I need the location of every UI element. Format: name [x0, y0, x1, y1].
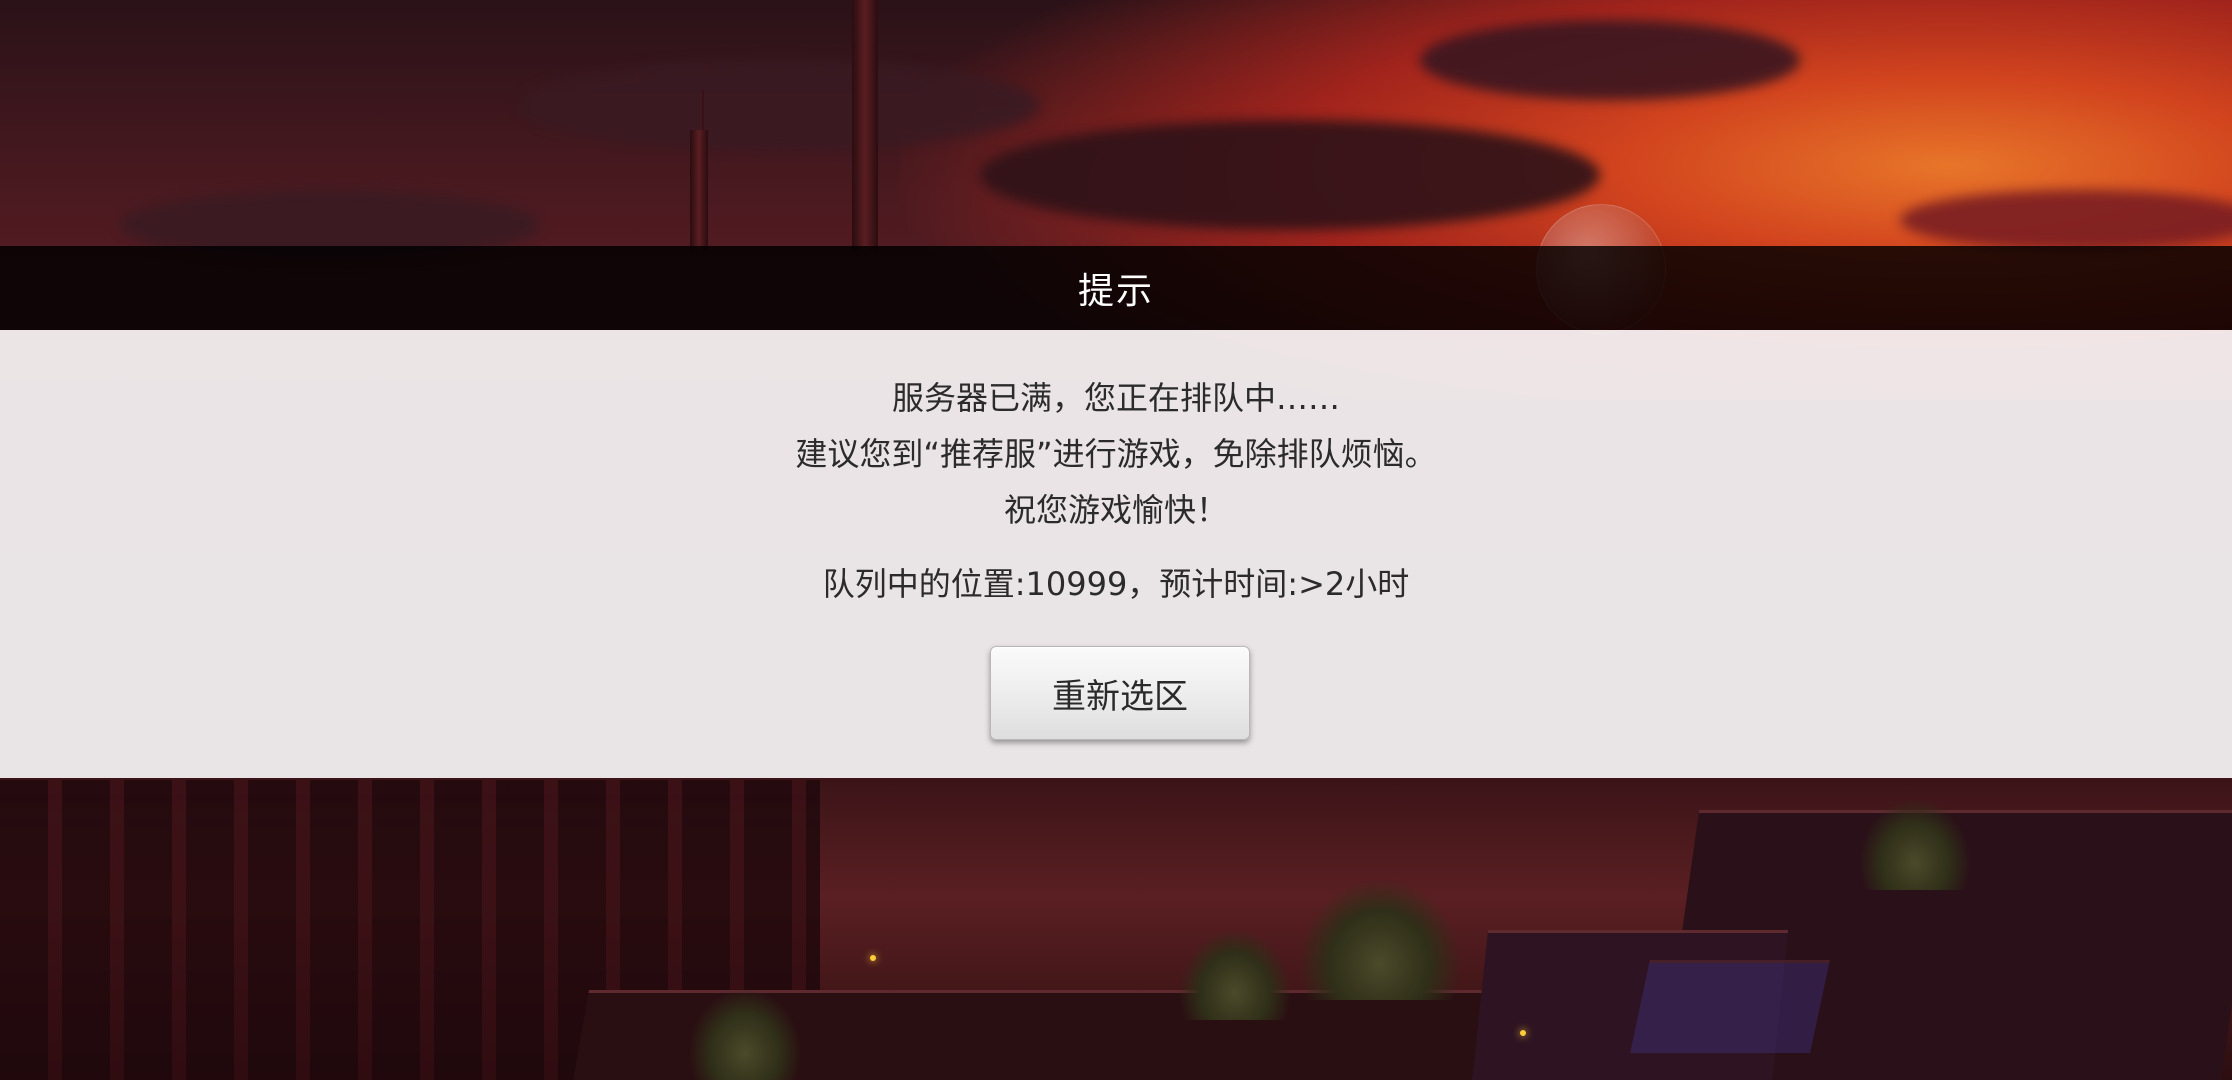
game-screen: 提示 服务器已满，您正在排队中…… 建议您到“推荐服”进行游戏，免除排队烦恼。 … [0, 0, 2232, 1080]
cloud [1420, 20, 1800, 100]
message-block: 服务器已满，您正在排队中…… 建议您到“推荐服”进行游戏，免除排队烦恼。 祝您游… [0, 330, 2232, 538]
bush [1300, 880, 1460, 1000]
dialog-panel: 服务器已满，您正在排队中…… 建议您到“推荐服”进行游戏，免除排队烦恼。 祝您游… [0, 330, 2232, 778]
cloud [520, 60, 1040, 150]
rock-highlight [1630, 960, 1830, 1053]
bush [690, 990, 800, 1080]
cloud [980, 120, 1600, 230]
dialog-title: 提示 [1077, 271, 1154, 312]
message-line: 建议您到“推荐服”进行游戏，免除排队烦恼。 [795, 435, 1437, 473]
dialog-title-bar: 提示 [0, 246, 2232, 330]
bush [1180, 930, 1290, 1020]
ember [1520, 1030, 1526, 1036]
radio-tower [690, 90, 708, 250]
message-line: 祝您游戏愉快！ [1003, 491, 1228, 529]
reselect-server-button[interactable]: 重新选区 [990, 646, 1250, 740]
bush [1860, 800, 1970, 890]
ember [870, 955, 876, 961]
queue-status: 队列中的位置:10999，预计时间:>2小时 [822, 565, 1410, 603]
message-line: 服务器已满，您正在排队中…… [891, 379, 1340, 417]
radio-tower [852, 0, 878, 250]
